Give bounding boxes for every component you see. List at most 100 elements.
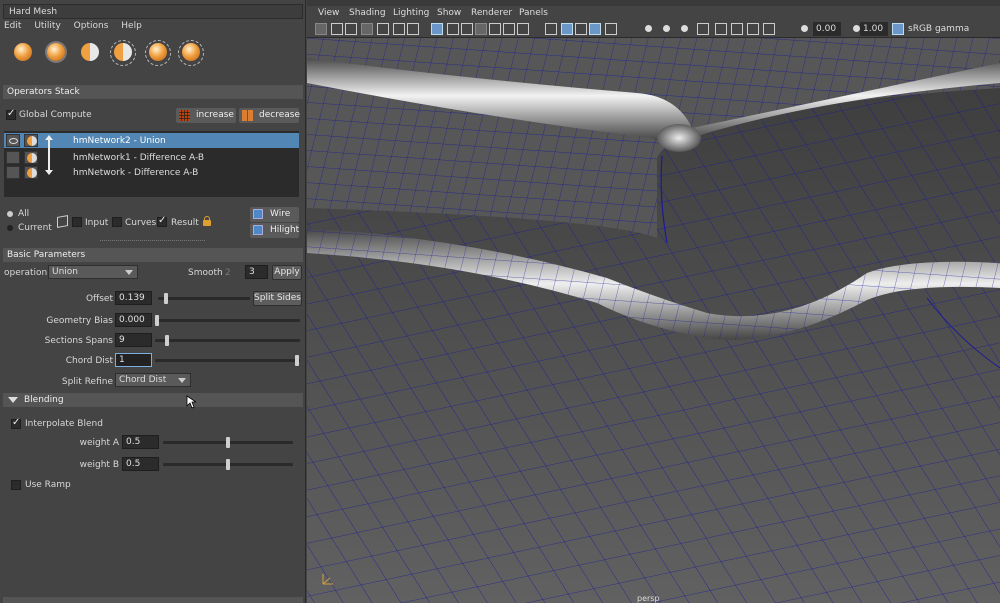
result-checkbox[interactable]	[157, 215, 167, 227]
sections-spans-slider[interactable]	[155, 339, 300, 342]
lock-icon[interactable]	[203, 216, 211, 226]
hilight-button[interactable]: Hilight	[250, 223, 299, 238]
shadows-icon[interactable]	[661, 23, 673, 35]
operator-name: hmNetwork1 - Difference A-B	[73, 153, 205, 163]
2d-pan-zoom-icon[interactable]	[393, 23, 405, 35]
menu-utility[interactable]: Utility	[34, 21, 60, 31]
offset-slider-handle[interactable]	[163, 293, 168, 304]
blending-header[interactable]: Blending	[3, 393, 303, 407]
weight-a-label: weight A	[79, 438, 119, 448]
isolate-select-icon[interactable]	[747, 23, 759, 35]
apply-button[interactable]: Apply	[272, 265, 302, 280]
view-transform-label[interactable]: sRGB gamma	[908, 22, 969, 36]
grid-toggle-icon[interactable]	[407, 23, 419, 35]
image-plane-icon[interactable]	[361, 23, 373, 35]
geometry-bias-slider[interactable]	[155, 319, 300, 322]
default-material-icon[interactable]	[575, 23, 587, 35]
weight-b-label: weight B	[79, 460, 119, 470]
sphere-dashed-icon[interactable]	[145, 40, 171, 66]
sections-spans-slider-handle[interactable]	[165, 335, 169, 346]
wireframe-icon[interactable]	[545, 23, 557, 35]
grease-pencil-icon[interactable]	[377, 23, 389, 35]
chord-dist-field[interactable]: 1	[115, 353, 152, 367]
use-ramp-checkbox[interactable]	[11, 480, 21, 490]
panel-scrollbar[interactable]	[3, 597, 303, 603]
geometry-bias-label: Geometry Bias	[46, 316, 113, 326]
xray-icon[interactable]	[763, 23, 775, 35]
sections-spans-field[interactable]: 9	[115, 333, 152, 347]
collapse-triangle-icon	[8, 397, 18, 403]
viewport-menu-bar: View Shading Lighting Show Renderer Pane…	[307, 6, 1000, 20]
exposure-icon[interactable]	[799, 23, 811, 35]
menu-edit[interactable]: Edit	[4, 21, 21, 31]
weight-b-slider-handle[interactable]	[226, 459, 230, 470]
half-sphere-icon[interactable]	[77, 40, 103, 66]
smooth-field[interactable]: 3	[245, 265, 268, 279]
resolution-gate-icon[interactable]	[461, 23, 473, 35]
visibility-toggle[interactable]	[6, 134, 20, 147]
ambient-occlusion-icon[interactable]	[679, 23, 691, 35]
menu-panels[interactable]: Panels	[519, 8, 548, 18]
sphere-icon[interactable]	[10, 40, 36, 66]
all-radio[interactable]	[7, 211, 13, 217]
textured-icon[interactable]	[605, 23, 617, 35]
gamma-field[interactable]: 1.00	[860, 22, 888, 36]
camera-icon[interactable]	[315, 23, 327, 35]
motion-blur-icon[interactable]	[697, 23, 709, 35]
weight-a-field[interactable]: 0.5	[122, 435, 159, 449]
global-compute-checkbox[interactable]	[6, 108, 16, 120]
menu-help[interactable]: Help	[121, 21, 142, 31]
wire-button[interactable]: Wire	[250, 207, 299, 222]
sphere-ring-icon[interactable]	[43, 40, 69, 66]
safe-title-icon[interactable]	[517, 23, 529, 35]
menu-lighting[interactable]: Lighting	[393, 8, 429, 18]
camera-attributes-icon[interactable]	[331, 23, 343, 35]
decrease-button[interactable]: decrease	[239, 108, 300, 123]
offset-slider[interactable]	[158, 297, 250, 300]
menu-show[interactable]: Show	[437, 8, 461, 18]
chord-dist-slider-handle[interactable]	[295, 355, 299, 366]
menu-view[interactable]: View	[318, 8, 339, 18]
weight-a-slider-handle[interactable]	[226, 437, 230, 448]
interpolate-blend-checkbox[interactable]	[11, 417, 21, 429]
smooth-shade-icon[interactable]	[561, 23, 573, 35]
curves-checkbox[interactable]	[112, 217, 122, 227]
operators-stack-header[interactable]: Operators Stack	[3, 85, 303, 99]
chord-dist-slider[interactable]	[155, 359, 300, 362]
3d-mesh-view[interactable]	[307, 38, 1000, 603]
grid-icon[interactable]	[431, 23, 443, 35]
safe-action-icon[interactable]	[503, 23, 515, 35]
operation-dropdown[interactable]: Union	[48, 265, 138, 279]
bookmark-icon[interactable]	[345, 23, 357, 35]
move-down-arrow-icon[interactable]	[45, 170, 53, 175]
geometry-bias-slider-handle[interactable]	[155, 315, 159, 326]
half-sphere-ring-icon[interactable]	[110, 40, 136, 66]
input-checkbox[interactable]	[72, 217, 82, 227]
visibility-toggle[interactable]	[6, 151, 20, 164]
split-sides-button[interactable]: Split Sides	[253, 291, 302, 306]
gate-mask-icon[interactable]	[475, 23, 487, 35]
offset-field[interactable]: 0.139	[115, 291, 152, 305]
geometry-bias-field[interactable]: 0.000	[115, 313, 152, 327]
lights-icon[interactable]	[643, 23, 655, 35]
divider	[100, 240, 205, 241]
field-chart-icon[interactable]	[489, 23, 501, 35]
sphere-dashed-alt-icon[interactable]	[178, 40, 204, 66]
move-up-arrow-icon[interactable]	[45, 135, 53, 140]
split-refine-dropdown[interactable]: Chord Dist	[115, 373, 191, 387]
menu-renderer[interactable]: Renderer	[471, 8, 512, 18]
exposure-field[interactable]: 0.00	[813, 22, 841, 36]
current-radio[interactable]	[7, 225, 13, 231]
menu-shading[interactable]: Shading	[349, 8, 386, 18]
color-management-icon[interactable]	[892, 23, 904, 35]
basic-parameters-header[interactable]: Basic Parameters	[3, 248, 303, 262]
depth-of-field-icon[interactable]	[731, 23, 743, 35]
visibility-toggle[interactable]	[6, 166, 20, 179]
operator-name: hmNetwork2 - Union	[73, 136, 166, 146]
film-gate-icon[interactable]	[447, 23, 459, 35]
increase-button[interactable]: increase	[176, 108, 236, 123]
wireframe-on-shaded-icon[interactable]	[589, 23, 601, 35]
menu-options[interactable]: Options	[74, 21, 109, 31]
weight-b-field[interactable]: 0.5	[122, 457, 159, 471]
anti-aliasing-icon[interactable]	[715, 23, 727, 35]
